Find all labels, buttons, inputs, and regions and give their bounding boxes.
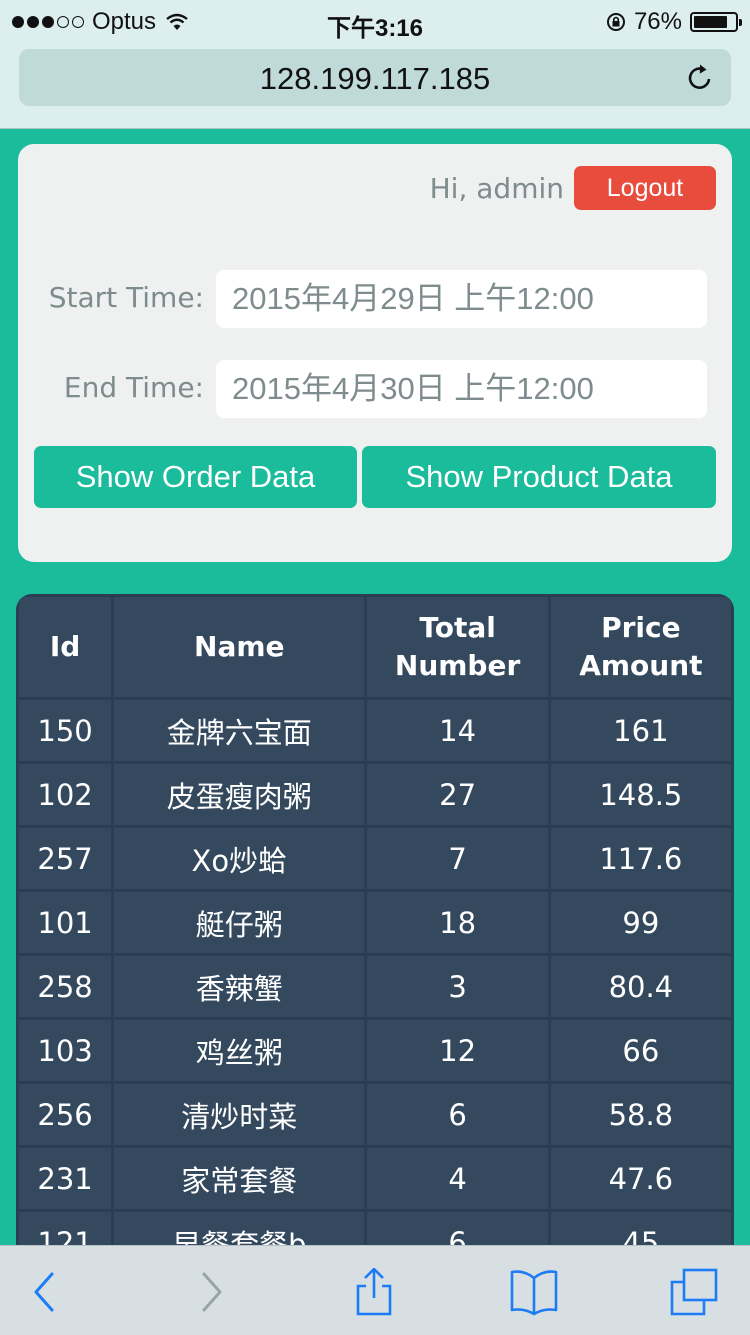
end-time-label: End Time: — [63, 371, 204, 404]
cell-price: 117.6 — [550, 828, 731, 889]
table-row: 256 清炒时菜 6 58.8 — [19, 1084, 731, 1145]
cell-name: 金牌六宝面 — [114, 700, 365, 761]
url-text[interactable]: 128.199.117.185 — [19, 61, 731, 97]
address-bar[interactable]: 128.199.117.185 — [19, 49, 731, 106]
header-id: Id — [19, 597, 112, 697]
data-table: Id Name Total Number Price Amount 150 金牌… — [16, 594, 734, 1254]
cell-price: 66 — [550, 1020, 731, 1081]
cell-id: 231 — [19, 1148, 112, 1209]
cell-name: 鸡丝粥 — [114, 1020, 365, 1081]
cell-name: 清炒时菜 — [114, 1084, 365, 1145]
cell-total: 12 — [367, 1020, 548, 1081]
header-price-line2: Amount — [579, 649, 703, 682]
browser-top-bar: Optus 下午3:16 76% 128.199.117.185 — [0, 0, 750, 129]
cell-id: 101 — [19, 892, 112, 953]
rotation-lock-icon — [606, 13, 625, 31]
table-row: 257 Xo炒蛤 7 117.6 — [19, 828, 731, 889]
query-panel: Hi, admin Logout Start Time: 2015年4月29日 … — [18, 144, 732, 562]
logout-button[interactable]: Logout — [574, 166, 716, 210]
table-row: 101 艇仔粥 18 99 — [19, 892, 731, 953]
table-header-row: Id Name Total Number Price Amount — [19, 597, 731, 697]
cell-name: 皮蛋瘦肉粥 — [114, 764, 365, 825]
end-time-input[interactable]: 2015年4月30日 上午12:00 — [216, 360, 707, 418]
cell-total: 18 — [367, 892, 548, 953]
cell-price: 58.8 — [550, 1084, 731, 1145]
status-bar: Optus 下午3:16 76% — [0, 0, 750, 42]
cell-total: 3 — [367, 956, 548, 1017]
cell-total: 4 — [367, 1148, 548, 1209]
forward-icon[interactable] — [184, 1268, 236, 1316]
start-time-label: Start Time: — [48, 281, 204, 314]
table-row: 150 金牌六宝面 14 161 — [19, 700, 731, 761]
cell-id: 102 — [19, 764, 112, 825]
battery-icon — [690, 12, 742, 32]
start-time-input[interactable]: 2015年4月29日 上午12:00 — [216, 270, 707, 328]
header-total-line2: Number — [394, 649, 521, 682]
table-row: 102 皮蛋瘦肉粥 27 148.5 — [19, 764, 731, 825]
cell-name: 家常套餐 — [114, 1148, 365, 1209]
table-row: 103 鸡丝粥 12 66 — [19, 1020, 731, 1081]
header-price-line1: Price — [601, 611, 681, 644]
cell-name: 香辣蟹 — [114, 956, 365, 1017]
cell-total: 6 — [367, 1084, 548, 1145]
battery-percent: 76% — [633, 8, 682, 35]
cell-id: 258 — [19, 956, 112, 1017]
cell-price: 161 — [550, 700, 731, 761]
browser-toolbar — [0, 1245, 750, 1335]
cell-price: 80.4 — [550, 956, 731, 1017]
bookmarks-icon[interactable] — [508, 1268, 560, 1316]
table-row: 231 家常套餐 4 47.6 — [19, 1148, 731, 1209]
header-total-line1: Total — [419, 611, 496, 644]
reload-icon[interactable] — [685, 63, 715, 93]
cell-id: 257 — [19, 828, 112, 889]
table-row: 258 香辣蟹 3 80.4 — [19, 956, 731, 1017]
share-icon[interactable] — [348, 1268, 400, 1316]
user-greeting: Hi, admin — [429, 172, 564, 205]
cell-total: 7 — [367, 828, 548, 889]
cell-id: 256 — [19, 1084, 112, 1145]
cell-price: 47.6 — [550, 1148, 731, 1209]
data-table-container[interactable]: Id Name Total Number Price Amount 150 金牌… — [16, 594, 734, 1254]
cell-name: 艇仔粥 — [114, 892, 365, 953]
header-name: Name — [114, 597, 365, 697]
header-total-number: Total Number — [367, 597, 548, 697]
cell-total: 27 — [367, 764, 548, 825]
cell-name: Xo炒蛤 — [114, 828, 365, 889]
cell-id: 103 — [19, 1020, 112, 1081]
show-order-data-button[interactable]: Show Order Data — [34, 446, 357, 508]
cell-id: 150 — [19, 700, 112, 761]
cell-price: 148.5 — [550, 764, 731, 825]
cell-price: 99 — [550, 892, 731, 953]
status-right: 76% — [606, 8, 742, 36]
header-price-amount: Price Amount — [550, 597, 731, 697]
tabs-icon[interactable] — [668, 1268, 720, 1316]
show-product-data-button[interactable]: Show Product Data — [362, 446, 716, 508]
back-icon[interactable] — [22, 1268, 74, 1316]
cell-total: 14 — [367, 700, 548, 761]
